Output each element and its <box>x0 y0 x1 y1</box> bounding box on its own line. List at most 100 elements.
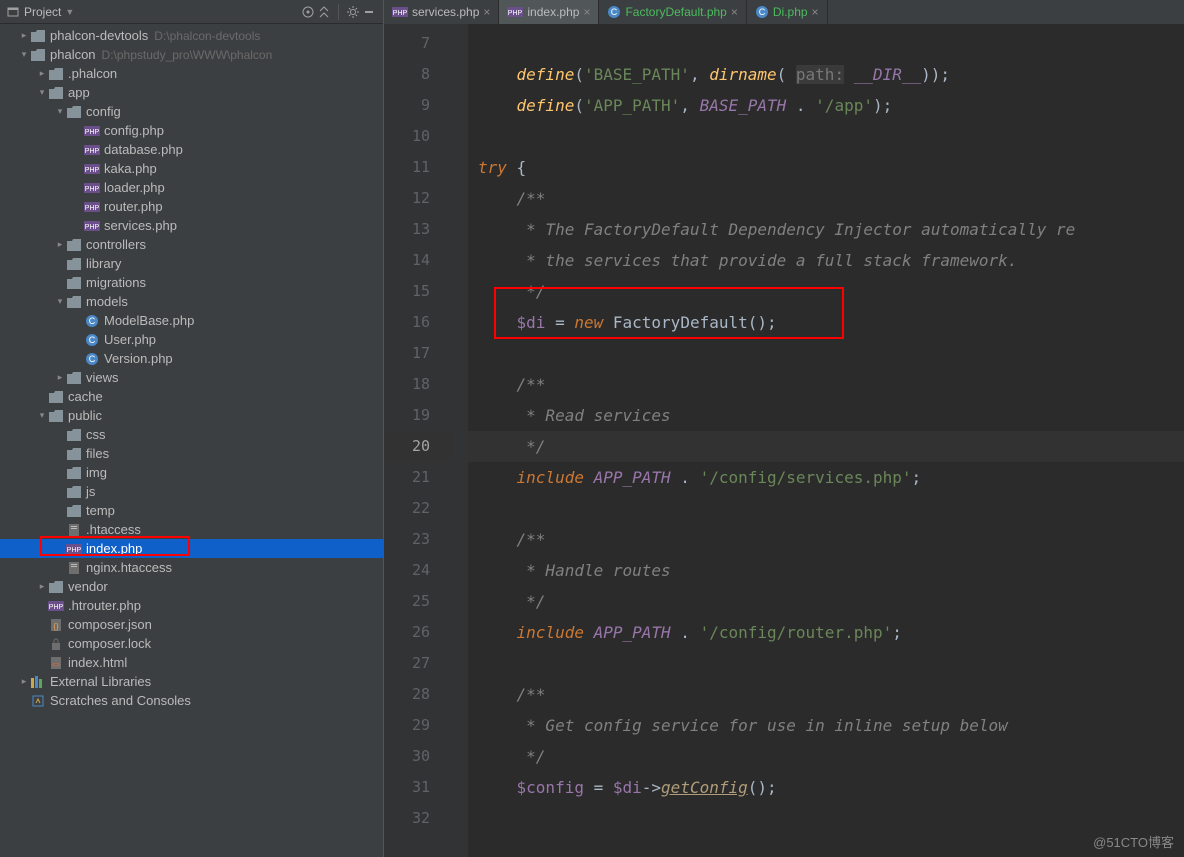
tree-item-label: vendor <box>68 579 108 594</box>
tab-factorydefault-php[interactable]: CFactoryDefault.php× <box>599 0 746 24</box>
tree-item-temp[interactable]: temp <box>0 501 383 520</box>
svg-text:C: C <box>759 7 766 17</box>
code-line-18[interactable]: /** <box>468 369 1184 400</box>
code-line-26[interactable]: include APP_PATH . '/config/router.php'; <box>468 617 1184 648</box>
tree-item-composer-lock[interactable]: composer.lock <box>0 634 383 653</box>
code-line-22[interactable] <box>468 493 1184 524</box>
tree-item-app[interactable]: ▾app <box>0 83 383 102</box>
php-icon: PHP <box>84 142 100 158</box>
close-icon[interactable]: × <box>583 5 590 19</box>
fold-column <box>454 24 468 857</box>
tab-label: services.php <box>412 5 479 19</box>
project-tree[interactable]: ▸phalcon-devtoolsD:\phalcon-devtools▾pha… <box>0 24 383 857</box>
tree-item-label: files <box>86 446 109 461</box>
code-line-25[interactable]: */ <box>468 586 1184 617</box>
tree-item-kaka-php[interactable]: PHPkaka.php <box>0 159 383 178</box>
tab-index-php[interactable]: PHPindex.php× <box>499 0 599 24</box>
close-icon[interactable]: × <box>483 5 490 19</box>
tree-item-router-php[interactable]: PHProuter.php <box>0 197 383 216</box>
code-line-13[interactable]: * The FactoryDefault Dependency Injector… <box>468 214 1184 245</box>
tree-item-vendor[interactable]: ▸vendor <box>0 577 383 596</box>
code-line-21[interactable]: include APP_PATH . '/config/services.php… <box>468 462 1184 493</box>
tree-item-migrations[interactable]: migrations <box>0 273 383 292</box>
tree-item-composer-json[interactable]: {}composer.json <box>0 615 383 634</box>
tree-item-label: cache <box>68 389 103 404</box>
lock-icon <box>48 636 64 652</box>
code-line-9[interactable]: define('APP_PATH', BASE_PATH . '/app'); <box>468 90 1184 121</box>
tree-item-config[interactable]: ▾config <box>0 102 383 121</box>
tab-services-php[interactable]: PHPservices.php× <box>384 0 499 24</box>
tree-item-hint: D:\phalcon-devtools <box>154 29 260 43</box>
code-line-15[interactable]: */ <box>468 276 1184 307</box>
tree-item-phalcon-devtools[interactable]: ▸phalcon-devtoolsD:\phalcon-devtools <box>0 26 383 45</box>
code-line-28[interactable]: /** <box>468 679 1184 710</box>
php-icon: PHP <box>84 180 100 196</box>
code-line-10[interactable] <box>468 121 1184 152</box>
tab-di-php[interactable]: CDi.php× <box>747 0 828 24</box>
tree-item-label: .phalcon <box>68 66 117 81</box>
code-line-32[interactable] <box>468 803 1184 834</box>
code-line-20[interactable]: */ <box>468 431 1184 462</box>
tree-arrow-icon <box>36 600 48 612</box>
tree-item-modelbase-php[interactable]: CModelBase.php <box>0 311 383 330</box>
code-line-11[interactable]: try { <box>468 152 1184 183</box>
code-line-19[interactable]: * Read services <box>468 400 1184 431</box>
folder-icon <box>48 408 64 424</box>
hide-icon[interactable] <box>361 4 377 20</box>
code-line-23[interactable]: /** <box>468 524 1184 555</box>
code-line-27[interactable] <box>468 648 1184 679</box>
tree-item-label: index.html <box>68 655 127 670</box>
tree-item-services-php[interactable]: PHPservices.php <box>0 216 383 235</box>
close-icon[interactable]: × <box>812 5 819 19</box>
tree-item-files[interactable]: files <box>0 444 383 463</box>
tree-item-css[interactable]: css <box>0 425 383 444</box>
tree-item-scratches-and-consoles[interactable]: Scratches and Consoles <box>0 691 383 710</box>
gear-icon[interactable] <box>345 4 361 20</box>
code-line-29[interactable]: * Get config service for use in inline s… <box>468 710 1184 741</box>
tree-item-index-php[interactable]: PHPindex.php <box>0 539 383 558</box>
code-line-8[interactable]: define('BASE_PATH', dirname( path: __DIR… <box>468 59 1184 90</box>
tree-item-nginx-htaccess[interactable]: nginx.htaccess <box>0 558 383 577</box>
tree-item-user-php[interactable]: CUser.php <box>0 330 383 349</box>
tree-item-models[interactable]: ▾models <box>0 292 383 311</box>
tree-item-cache[interactable]: cache <box>0 387 383 406</box>
code-content[interactable]: define('BASE_PATH', dirname( path: __DIR… <box>468 24 1184 857</box>
tree-item-controllers[interactable]: ▸controllers <box>0 235 383 254</box>
tree-item-index-html[interactable]: <>index.html <box>0 653 383 672</box>
tree-item--htrouter-php[interactable]: PHP.htrouter.php <box>0 596 383 615</box>
tree-arrow-icon <box>72 201 84 213</box>
tree-item-img[interactable]: img <box>0 463 383 482</box>
folder-icon <box>48 66 64 82</box>
tree-item-library[interactable]: library <box>0 254 383 273</box>
code-line-12[interactable]: /** <box>468 183 1184 214</box>
php-icon: PHP <box>507 5 523 19</box>
tree-item-js[interactable]: js <box>0 482 383 501</box>
folder-icon <box>66 503 82 519</box>
tree-item-phalcon[interactable]: ▾phalconD:\phpstudy_pro\WWW\phalcon <box>0 45 383 64</box>
tree-item-database-php[interactable]: PHPdatabase.php <box>0 140 383 159</box>
tree-item--htaccess[interactable]: .htaccess <box>0 520 383 539</box>
tree-item-version-php[interactable]: CVersion.php <box>0 349 383 368</box>
select-opened-file-icon[interactable] <box>300 4 316 20</box>
tree-item-config-php[interactable]: PHPconfig.php <box>0 121 383 140</box>
tree-item-views[interactable]: ▸views <box>0 368 383 387</box>
tree-item-public[interactable]: ▾public <box>0 406 383 425</box>
code-line-16[interactable]: $di = new FactoryDefault(); <box>468 307 1184 338</box>
code-line-30[interactable]: */ <box>468 741 1184 772</box>
tree-arrow-icon <box>72 315 84 327</box>
code-line-7[interactable] <box>468 28 1184 59</box>
class-icon: C <box>84 351 100 367</box>
code-editor[interactable]: 7891011121314151617181920212223242526272… <box>384 24 1184 857</box>
json-icon: {} <box>48 617 64 633</box>
project-dropdown[interactable]: Project ▼ <box>6 5 74 19</box>
tree-item-loader-php[interactable]: PHPloader.php <box>0 178 383 197</box>
code-line-31[interactable]: $config = $di->getConfig(); <box>468 772 1184 803</box>
close-icon[interactable]: × <box>731 5 738 19</box>
folder-icon <box>66 427 82 443</box>
code-line-14[interactable]: * the services that provide a full stack… <box>468 245 1184 276</box>
tree-item-external-libraries[interactable]: ▸External Libraries <box>0 672 383 691</box>
code-line-24[interactable]: * Handle routes <box>468 555 1184 586</box>
tree-item--phalcon[interactable]: ▸.phalcon <box>0 64 383 83</box>
code-line-17[interactable] <box>468 338 1184 369</box>
expand-all-icon[interactable] <box>316 4 332 20</box>
